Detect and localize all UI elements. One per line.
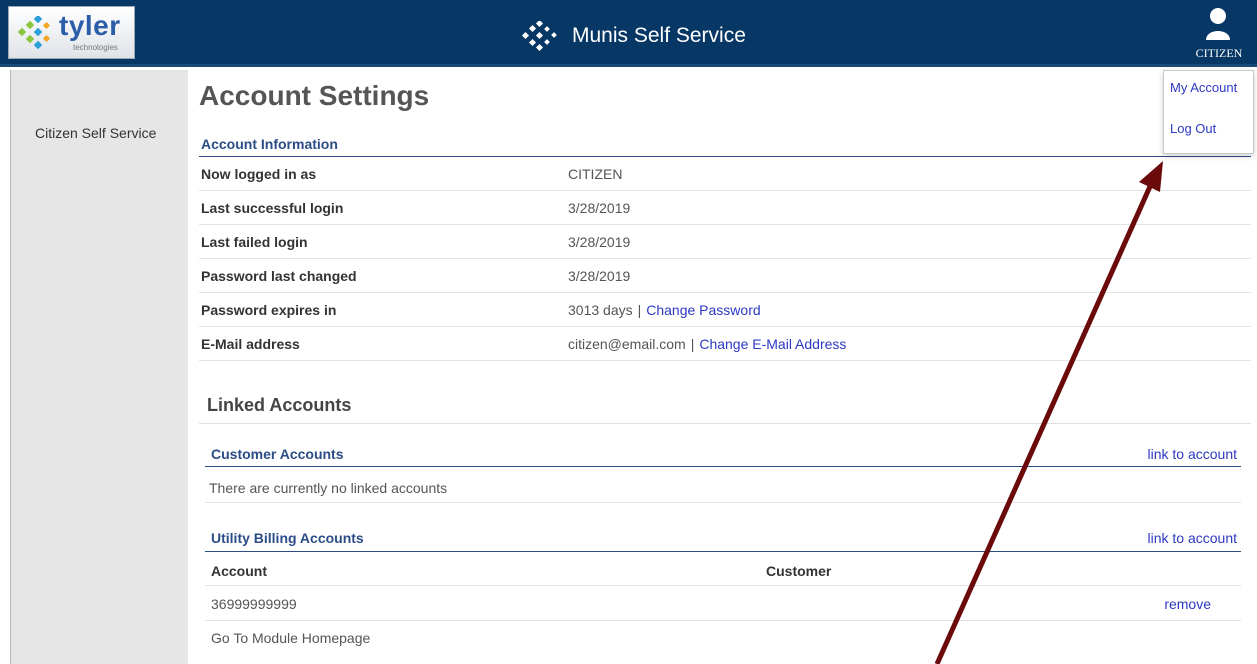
row-divider — [205, 585, 1241, 586]
info-label: Password expires in — [201, 302, 337, 318]
section-heading-customer-accounts: Customer Accounts — [211, 446, 344, 462]
page-title: Account Settings — [199, 80, 430, 111]
utility-link-to-account[interactable]: link to account — [1148, 530, 1238, 546]
info-row-email-address: E-Mail address citizen@email.com | Change … — [199, 327, 1251, 361]
tyler-logo-icon — [17, 16, 51, 50]
app-title-group: Munis Self Service — [522, 18, 746, 54]
user-icon[interactable] — [1205, 6, 1231, 42]
section-divider — [205, 551, 1241, 552]
change-email-link[interactable]: Change E-Mail Address — [699, 336, 846, 352]
info-value: 3013 days | Change Password — [568, 302, 761, 318]
info-row-logged-in-as: Now logged in as CITIZEN — [199, 157, 1251, 191]
password-expiry-days: 3013 days — [568, 302, 633, 318]
info-value: 3/28/2019 — [568, 268, 631, 284]
linked-accounts-divider — [199, 423, 1251, 424]
munis-logo-icon — [522, 21, 557, 51]
app-title: Munis Self Service — [572, 24, 746, 47]
info-value: CITIZEN — [568, 166, 623, 182]
sidebar-item-citizen-self-service[interactable]: Citizen Self Service — [35, 125, 156, 141]
customer-link-to-account[interactable]: link to account — [1148, 446, 1238, 462]
column-header-customer: Customer — [766, 563, 832, 579]
account-number-link[interactable]: 36999999999 — [211, 596, 297, 612]
remove-account-link[interactable]: remove — [1164, 596, 1211, 612]
menu-item-my-account[interactable]: My Account — [1170, 80, 1237, 95]
column-header-account: Account — [211, 563, 267, 579]
section-heading-account-information: Account Information — [201, 136, 338, 152]
tyler-logo-subtext: technologies — [73, 43, 118, 52]
no-linked-accounts-text: There are currently no linked accounts — [209, 480, 448, 496]
info-row-last-failed-login: Last failed login 3/28/2019 — [199, 225, 1251, 259]
info-value: 3/28/2019 — [568, 234, 631, 250]
main-content: Account Settings Account Information Now… — [199, 70, 1251, 664]
info-label: Now logged in as — [201, 166, 317, 182]
info-value: 3/28/2019 — [568, 200, 631, 216]
user-menu-label[interactable]: CITIZEN — [1184, 46, 1254, 61]
info-label: Password last changed — [201, 268, 357, 284]
menu-item-log-out[interactable]: Log Out — [1170, 121, 1216, 136]
info-label: Last failed login — [201, 234, 308, 250]
info-row-password-expires: Password expires in 3013 days | Change Pas… — [199, 293, 1251, 327]
tyler-logo[interactable]: tyler technologies — [8, 6, 135, 59]
linked-accounts-title: Linked Accounts — [207, 395, 352, 415]
header-bar: tyler technologies Munis Self Service CI… — [0, 0, 1257, 67]
row-divider — [205, 620, 1241, 621]
info-label: Last successful login — [201, 200, 344, 216]
info-value: citizen@email.com | Change E-Mail Address — [568, 336, 846, 352]
info-label: E-Mail address — [201, 336, 300, 352]
user-dropdown-menu: My Account Log Out — [1163, 70, 1254, 154]
row-divider — [205, 502, 1241, 503]
change-password-link[interactable]: Change Password — [646, 302, 760, 318]
section-heading-utility-billing: Utility Billing Accounts — [211, 530, 364, 546]
info-row-password-last-changed: Password last changed 3/28/2019 — [199, 259, 1251, 293]
sidebar: Citizen Self Service — [10, 70, 188, 664]
info-row-last-successful-login: Last successful login 3/28/2019 — [199, 191, 1251, 225]
section-divider — [205, 466, 1241, 467]
separator: | — [637, 302, 642, 318]
email-value: citizen@email.com — [568, 336, 686, 352]
tyler-logo-text: tyler — [59, 10, 121, 41]
separator: | — [690, 336, 695, 352]
go-to-module-homepage-link[interactable]: Go To Module Homepage — [211, 630, 370, 646]
